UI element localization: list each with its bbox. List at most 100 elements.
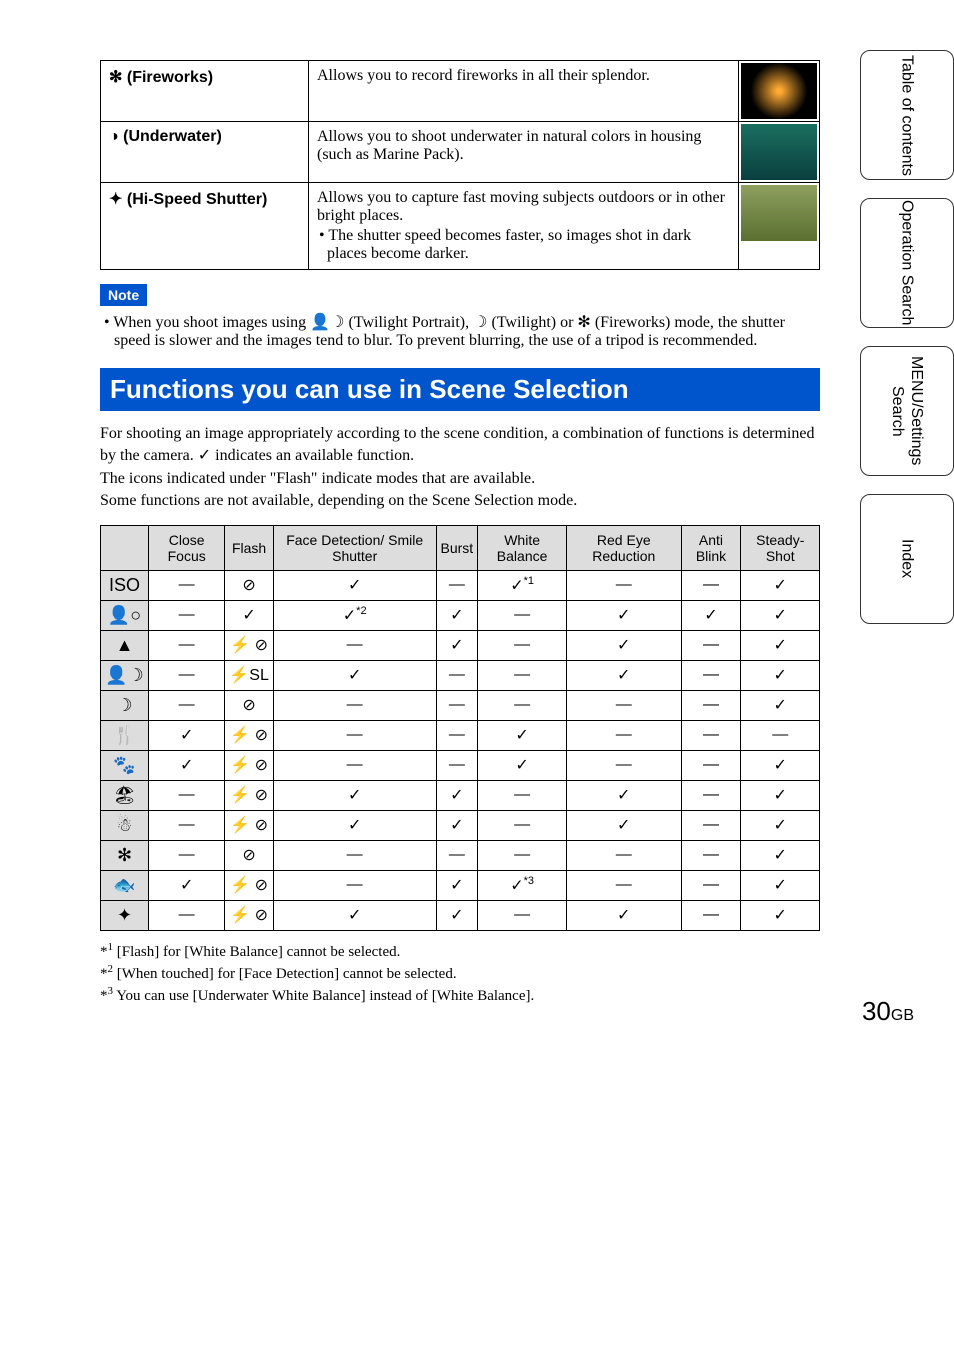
cell: — — [436, 570, 478, 600]
cell: — — [681, 720, 741, 750]
section-intro: For shooting an image appropriately acco… — [100, 423, 820, 513]
cell: — — [273, 870, 436, 900]
cell: — — [478, 900, 567, 930]
cell: ✓ — [436, 600, 478, 630]
column-header: Close Focus — [149, 525, 225, 570]
cell: — — [567, 750, 681, 780]
section-title: Functions you can use in Scene Selection — [100, 368, 820, 411]
cell: ⚡ ⊘ — [225, 870, 274, 900]
row-icon: ✦ — [101, 900, 149, 930]
row-icon: 🍴 — [101, 720, 149, 750]
footnotes: *1 [Flash] for [White Balance] cannot be… — [100, 941, 820, 1005]
table-row: ☽—⊘—————✓ — [101, 690, 820, 720]
cell: — — [149, 630, 225, 660]
cell: ✓ — [436, 870, 478, 900]
cell: — — [149, 570, 225, 600]
thumbnail-shutter — [741, 185, 817, 241]
cell: — — [436, 660, 478, 690]
cell: ✓ — [273, 780, 436, 810]
page-number: 30GB — [862, 996, 914, 1027]
table-row: 🍴✓⚡ ⊘——✓——— — [101, 720, 820, 750]
cell: — — [436, 690, 478, 720]
cell: — — [478, 630, 567, 660]
scene-desc: Allows you to record fireworks in all th… — [309, 61, 739, 122]
cell: ✓*3 — [478, 870, 567, 900]
cell: — — [741, 720, 820, 750]
hispeed-icon: ✦ — [109, 191, 122, 208]
cell: ✓ — [741, 900, 820, 930]
cell: ✓ — [741, 690, 820, 720]
cell: — — [681, 810, 741, 840]
cell: ✓ — [225, 600, 274, 630]
functions-table: Close FocusFlashFace Detection/ Smile Sh… — [100, 525, 820, 931]
cell: ✓ — [149, 870, 225, 900]
cell: — — [436, 840, 478, 870]
twilight-portrait-icon: 👤☽ — [310, 314, 344, 331]
cell: ⚡SL — [225, 660, 274, 690]
cell: ✓ — [567, 630, 681, 660]
cell: — — [567, 690, 681, 720]
cell: ✓ — [273, 660, 436, 690]
row-icon: ISO — [101, 570, 149, 600]
table-row: ISO—⊘✓—✓*1——✓ — [101, 570, 820, 600]
tab-label: Operation Search — [897, 200, 916, 325]
note-label: Note — [100, 284, 147, 306]
tab-label: MENU/Settings Search — [888, 347, 926, 475]
table-row: ✻ (Fireworks) Allows you to record firew… — [101, 61, 820, 122]
table-header-row: Close FocusFlashFace Detection/ Smile Sh… — [101, 525, 820, 570]
cell: ⚡ ⊘ — [225, 630, 274, 660]
cell: — — [436, 750, 478, 780]
table-row: ▲—⚡ ⊘—✓—✓—✓ — [101, 630, 820, 660]
tab-index[interactable]: Index — [860, 494, 954, 624]
cell: — — [478, 810, 567, 840]
cell: ✓ — [741, 630, 820, 660]
row-icon: 🏖 — [101, 780, 149, 810]
tab-menu-settings[interactable]: MENU/Settings Search — [860, 346, 954, 476]
cell: ✓ — [273, 570, 436, 600]
table-row: ✻—⊘—————✓ — [101, 840, 820, 870]
column-header: Burst — [436, 525, 478, 570]
table-row: 🏖—⚡ ⊘✓✓—✓—✓ — [101, 780, 820, 810]
scene-description-table: ✻ (Fireworks) Allows you to record firew… — [100, 60, 820, 270]
scene-name: (Fireworks) — [127, 69, 213, 86]
cell: ✓ — [741, 570, 820, 600]
cell: ✓ — [741, 840, 820, 870]
cell: — — [149, 600, 225, 630]
column-header: Steady-Shot — [741, 525, 820, 570]
column-header: White Balance — [478, 525, 567, 570]
cell: — — [681, 840, 741, 870]
row-icon: ▲ — [101, 630, 149, 660]
cell: ⚡ ⊘ — [225, 720, 274, 750]
cell: — — [436, 720, 478, 750]
thumbnail-underwater — [741, 124, 817, 180]
cell: — — [478, 780, 567, 810]
cell: — — [149, 900, 225, 930]
cell: — — [273, 690, 436, 720]
table-row: ☃—⚡ ⊘✓✓—✓—✓ — [101, 810, 820, 840]
tab-label: Index — [897, 539, 916, 578]
cell: ✓ — [436, 900, 478, 930]
twilight-icon: ☽ — [473, 314, 487, 331]
cell: ✓ — [436, 780, 478, 810]
cell: ✓ — [741, 870, 820, 900]
cell: — — [149, 660, 225, 690]
cell: — — [478, 660, 567, 690]
cell: — — [478, 840, 567, 870]
cell: ⚡ ⊘ — [225, 750, 274, 780]
cell: — — [273, 750, 436, 780]
cell: — — [273, 720, 436, 750]
tab-operation-search[interactable]: Operation Search — [860, 198, 954, 328]
column-header: Flash — [225, 525, 274, 570]
column-header: Red Eye Reduction — [567, 525, 681, 570]
cell: ✓ — [681, 600, 741, 630]
tab-toc[interactable]: Table of contents — [860, 50, 954, 180]
cell: — — [478, 600, 567, 630]
cell: ⚡ ⊘ — [225, 780, 274, 810]
cell: ✓ — [741, 750, 820, 780]
cell: ✓ — [436, 810, 478, 840]
scene-name: (Hi-Speed Shutter) — [127, 191, 267, 208]
cell: — — [681, 750, 741, 780]
cell: — — [273, 840, 436, 870]
cell: ✓ — [149, 720, 225, 750]
cell: ✓ — [567, 810, 681, 840]
